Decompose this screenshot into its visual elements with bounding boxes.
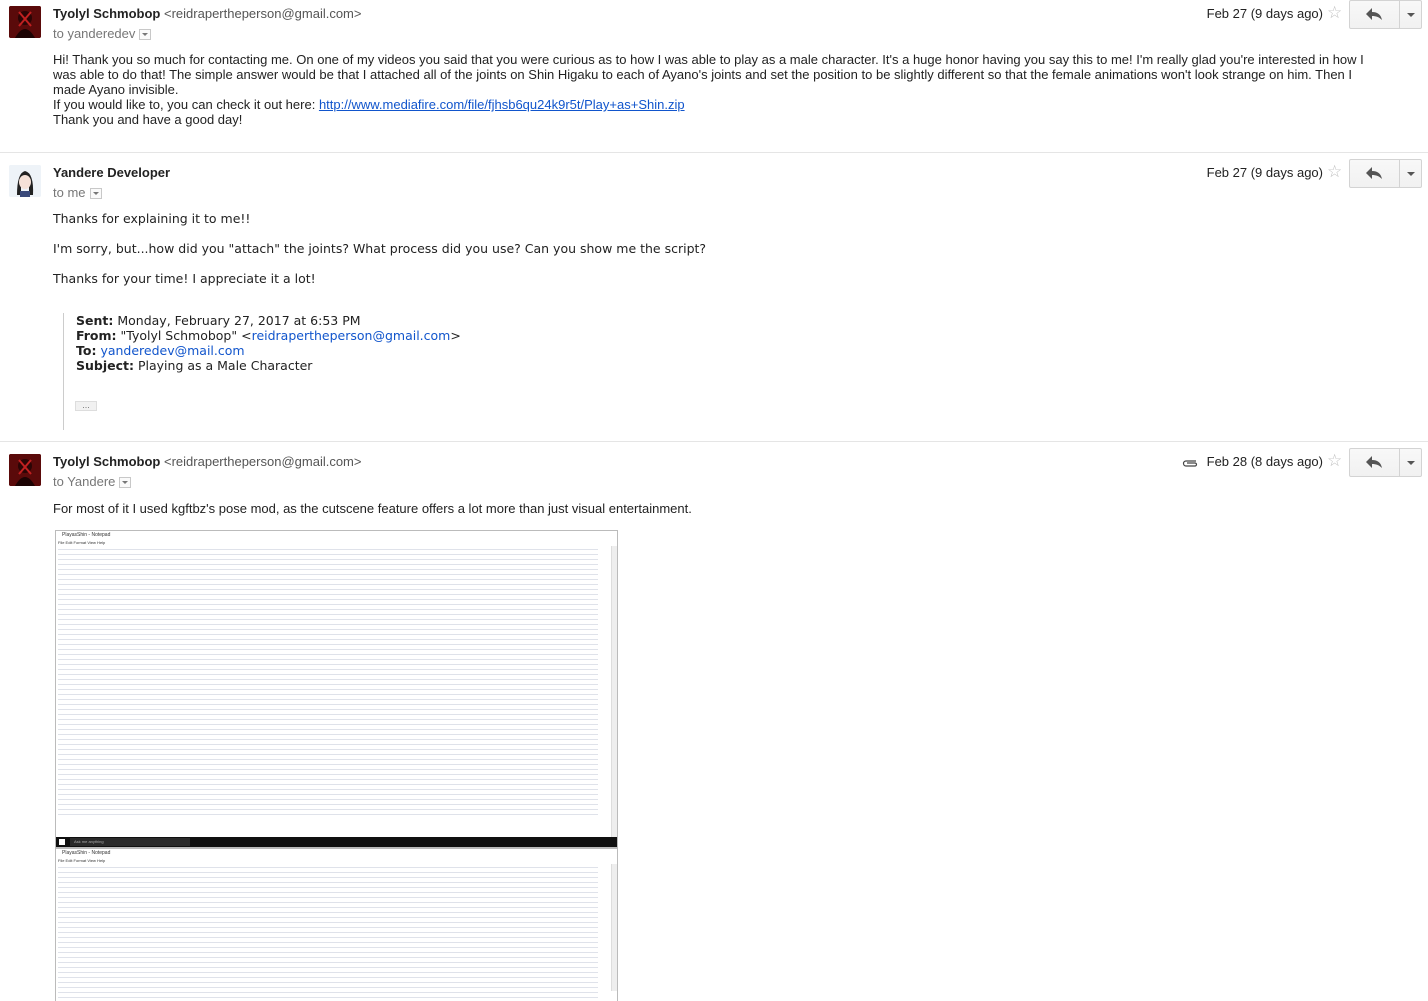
message-date: Feb 27 (9 days ago)	[1206, 165, 1323, 180]
notepad-scrollbar	[611, 546, 617, 837]
show-trimmed-content-button[interactable]: ...	[75, 401, 97, 411]
windows-start-icon	[59, 839, 65, 845]
message-date: Feb 27 (9 days ago)	[1206, 6, 1323, 21]
from-label: From:	[76, 328, 117, 343]
avatar-tyolyl[interactable]	[9, 454, 41, 486]
recipient-line: to Yandere	[53, 474, 132, 489]
quote-from: From: "Tyolyl Schmobop" <reidrapertheper…	[76, 328, 676, 343]
sender-line: Tyolyl Schmobop <reidrapertheperson@gmai…	[53, 454, 361, 469]
sender-name[interactable]: Tyolyl Schmobop	[53, 6, 160, 21]
more-options-button[interactable]	[1400, 449, 1421, 476]
body-line-1: Thanks for explaining it to me!!	[53, 211, 251, 226]
avatar-yandere-developer[interactable]	[9, 165, 41, 197]
reply-button-group	[1349, 448, 1422, 477]
from-email-link[interactable]: reidrapertheperson@gmail.com	[252, 328, 451, 343]
body-closing: Thank you and have a good day!	[53, 112, 243, 127]
message-body: For most of it I used kgftbz's pose mod,…	[53, 501, 692, 516]
sent-value: Monday, February 27, 2017 at 6:53 PM	[117, 313, 361, 328]
reply-button-group	[1349, 0, 1422, 29]
avatar-tyolyl[interactable]	[9, 6, 41, 38]
show-details-icon[interactable]	[89, 188, 102, 200]
message-date: Feb 28 (8 days ago)	[1206, 454, 1323, 469]
reply-icon	[1366, 167, 1382, 179]
notepad-title: PlayasShin - Notepad	[56, 849, 617, 858]
sender-email: <reidrapertheperson@gmail.com>	[164, 6, 362, 21]
inline-image-notepad-1[interactable]: PlayasShin - Notepad File Edit Format Vi…	[55, 530, 618, 848]
sender-name[interactable]: Tyolyl Schmobop	[53, 454, 160, 469]
message-1: Tyolyl Schmobop <reidrapertheperson@gmai…	[0, 0, 1428, 152]
windows-taskbar: Ask me anything	[56, 837, 617, 847]
taskbar-search: Ask me anything	[70, 838, 190, 846]
reply-button[interactable]	[1350, 1, 1400, 28]
reply-icon	[1366, 8, 1382, 20]
from-name: "Tyolyl Schmobop" <	[120, 328, 252, 343]
reply-button[interactable]	[1350, 160, 1400, 187]
notepad-scrollbar	[611, 864, 617, 991]
from-close: >	[450, 328, 461, 343]
star-icon[interactable]: ☆	[1327, 3, 1342, 23]
reply-button-group	[1349, 159, 1422, 188]
body-line-3: Thanks for your time! I appreciate it a …	[53, 271, 316, 286]
body-paragraph: Hi! Thank you so much for contacting me.…	[53, 52, 1364, 97]
more-options-button[interactable]	[1400, 1, 1421, 28]
sender-email: <reidrapertheperson@gmail.com>	[164, 454, 362, 469]
paperclip-icon	[1182, 460, 1198, 467]
sender-line: Yandere Developer	[53, 165, 170, 180]
to-label: To:	[76, 343, 97, 358]
notepad-text-lines	[56, 546, 617, 816]
recipient-line: to yanderedev	[53, 26, 152, 41]
notepad-title: PlayasShin - Notepad	[56, 531, 617, 540]
reply-button[interactable]	[1350, 449, 1400, 476]
sender-line: Tyolyl Schmobop <reidrapertheperson@gmai…	[53, 6, 361, 21]
notepad-text-lines	[56, 864, 617, 1001]
subject-value: Playing as a Male Character	[137, 358, 313, 373]
link-prefix: If you would like to, you can check it o…	[53, 97, 319, 112]
star-icon[interactable]: ☆	[1327, 162, 1342, 182]
body-line-2: I'm sorry, but...how did you "attach" th…	[53, 241, 707, 256]
quote-to: To: yanderedev@mail.com	[76, 343, 676, 358]
subject-label: Subject:	[76, 358, 134, 373]
sender-name[interactable]: Yandere Developer	[53, 165, 170, 180]
quoted-header: Sent: Monday, February 27, 2017 at 6:53 …	[63, 313, 676, 430]
mediafire-link[interactable]: http://www.mediafire.com/file/fjhsb6qu24…	[319, 97, 685, 112]
show-details-icon[interactable]	[139, 29, 152, 41]
recipient-text: to yanderedev	[53, 26, 136, 41]
body-link-line: If you would like to, you can check it o…	[53, 97, 1383, 112]
message-body: Thanks for explaining it to me!! I'm sor…	[53, 211, 1383, 286]
reply-icon	[1366, 456, 1382, 468]
message-body: Hi! Thank you so much for contacting me.…	[53, 52, 1383, 127]
inline-image-notepad-2[interactable]: PlayasShin - Notepad File Edit Format Vi…	[55, 848, 618, 1001]
recipient-text: to Yandere	[53, 474, 116, 489]
recipient-line: to me	[53, 185, 102, 200]
to-email-link[interactable]: yanderedev@mail.com	[100, 343, 244, 358]
more-options-button[interactable]	[1400, 160, 1421, 187]
quote-subject: Subject: Playing as a Male Character	[76, 358, 676, 373]
recipient-text: to me	[53, 185, 86, 200]
star-icon[interactable]: ☆	[1327, 451, 1342, 471]
show-details-icon[interactable]	[119, 477, 132, 489]
quote-sent: Sent: Monday, February 27, 2017 at 6:53 …	[76, 313, 676, 328]
sent-label: Sent:	[76, 313, 114, 328]
